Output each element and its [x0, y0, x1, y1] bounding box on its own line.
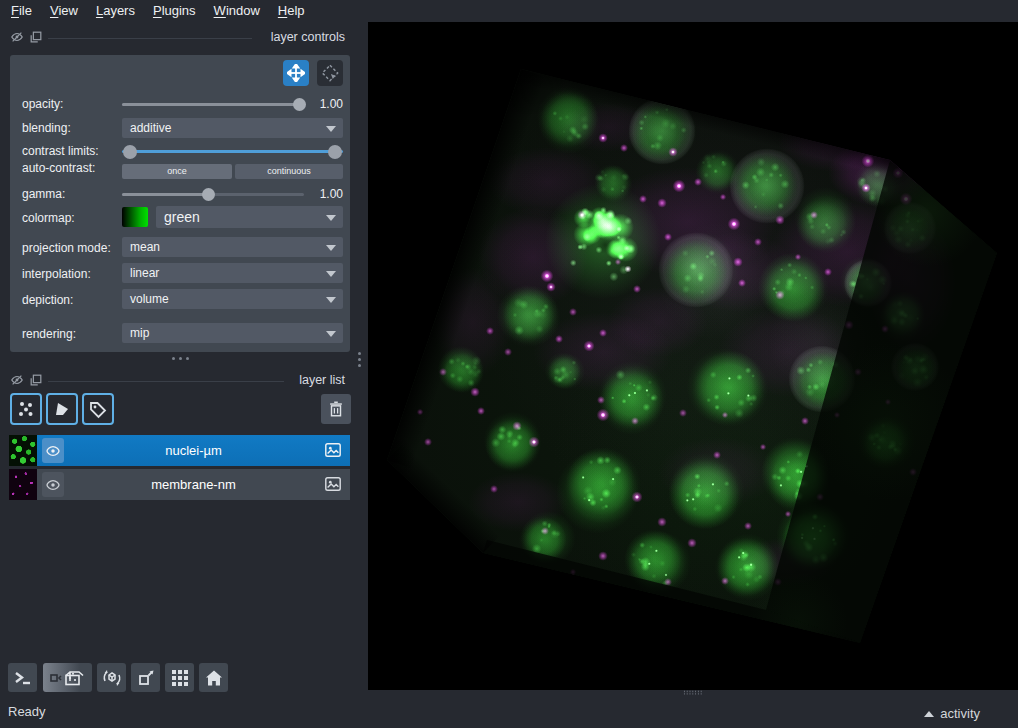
blending-value: additive — [130, 121, 171, 135]
trash-icon — [327, 400, 345, 418]
grid-view-button[interactable] — [165, 663, 194, 692]
auto-contrast-once-button[interactable]: once — [122, 164, 232, 179]
menu-file[interactable]: File — [2, 0, 41, 22]
layer-thumbnail[interactable] — [9, 469, 37, 500]
layer-controls-header: layer controls — [0, 28, 368, 46]
opacity-slider[interactable] — [122, 98, 304, 111]
dock-splitter-handle[interactable] — [358, 352, 361, 367]
new-points-layer-button[interactable] — [10, 393, 42, 425]
pan-zoom-button[interactable] — [283, 60, 309, 86]
menubar: FileViewLayersPluginsWindowHelp — [0, 0, 1018, 22]
console-icon — [13, 668, 33, 688]
layer-row-nuclei[interactable]: nuclei-µm — [9, 435, 350, 466]
gamma-value: 1.00 — [303, 187, 343, 201]
new-labels-layer-button[interactable] — [82, 393, 114, 425]
projection-mode-dropdown[interactable]: mean — [122, 237, 343, 257]
volume-rendering[interactable] — [368, 22, 1018, 690]
rendering-value: mip — [130, 326, 149, 340]
blending-dropdown[interactable]: additive — [122, 118, 343, 138]
menu-help[interactable]: Help — [269, 0, 314, 22]
layer-row-membrane[interactable]: membrane-nm — [9, 469, 350, 500]
interpolation-label: interpolation: — [22, 267, 91, 281]
new-shapes-layer-button[interactable] — [46, 393, 78, 425]
layer-controls-panel: opacity: 1.00 blending: additive contras… — [10, 55, 350, 352]
header-line — [48, 381, 284, 382]
opacity-label: opacity: — [22, 97, 63, 111]
menu-layers[interactable]: Layers — [87, 0, 144, 22]
interpolation-dropdown[interactable]: linear — [122, 263, 343, 283]
chevron-up-icon — [924, 711, 934, 717]
viewer-canvas[interactable] — [368, 22, 1018, 690]
auto-contrast-label: auto-contrast: — [22, 161, 95, 175]
gamma-label: gamma: — [22, 187, 65, 201]
labels-tag-icon — [88, 399, 108, 419]
points-icon — [16, 399, 36, 419]
chevron-down-icon — [326, 331, 336, 337]
activity-toggle[interactable]: activity — [924, 706, 980, 721]
depiction-label: depiction: — [22, 293, 73, 307]
layer-thumbnail[interactable] — [9, 435, 37, 466]
layer-row-bar[interactable]: membrane-nm — [37, 469, 350, 500]
roll-dimensions-icon — [101, 667, 123, 689]
colormap-swatch[interactable] — [122, 207, 148, 227]
panel-splitter-handle[interactable] — [172, 357, 189, 360]
grid-icon — [171, 669, 189, 687]
depiction-value: volume — [130, 292, 169, 306]
rendering-dropdown[interactable]: mip — [122, 323, 343, 343]
opacity-value: 1.00 — [303, 97, 343, 111]
layer-name: nuclei-µm — [37, 435, 350, 466]
ndisplay-2d-3d-icon — [48, 668, 88, 688]
chevron-down-icon — [326, 245, 336, 251]
blending-label: blending: — [22, 121, 71, 135]
transform-icon — [321, 64, 339, 82]
auto-contrast-continuous-button[interactable]: continuous — [235, 164, 343, 179]
console-button[interactable] — [8, 663, 37, 692]
colormap-dropdown[interactable]: green — [156, 206, 343, 228]
gamma-slider[interactable] — [122, 188, 304, 201]
layer-list-title: layer list — [299, 373, 345, 387]
shapes-icon — [52, 399, 72, 419]
delete-layer-button[interactable] — [321, 394, 351, 424]
layer-name: membrane-nm — [37, 469, 350, 500]
activity-label: activity — [940, 706, 980, 721]
float-panel-icon[interactable] — [29, 30, 43, 44]
contrast-limits-slider[interactable] — [122, 145, 343, 158]
colormap-label: colormap: — [22, 211, 75, 225]
interpolation-value: linear — [130, 266, 159, 280]
menu-plugins[interactable]: Plugins — [144, 0, 205, 22]
projection-mode-value: mean — [130, 240, 160, 254]
layer-controls-title: layer controls — [271, 30, 345, 44]
home-reset-view-button[interactable] — [199, 663, 228, 692]
header-line — [48, 38, 252, 39]
menu-window[interactable]: Window — [205, 0, 269, 22]
colormap-value: green — [164, 209, 200, 225]
image-layer-icon — [324, 441, 342, 459]
float-panel-icon[interactable] — [29, 373, 43, 387]
depiction-dropdown[interactable]: volume — [122, 289, 343, 309]
transpose-icon — [136, 668, 156, 688]
image-layer-icon — [324, 475, 342, 493]
layer-list-header: layer list — [0, 371, 368, 389]
contrast-limits-label: contrast limits: — [22, 144, 99, 158]
chevron-down-icon — [326, 297, 336, 303]
canvas-splitter-grip[interactable] — [683, 690, 702, 695]
menu-view[interactable]: View — [41, 0, 87, 22]
chevron-down-icon — [326, 126, 336, 132]
rendering-label: rendering: — [22, 327, 76, 341]
hide-panel-eye-icon[interactable] — [10, 373, 24, 387]
transpose-dimensions-button[interactable] — [131, 663, 160, 692]
pan-arrows-icon — [287, 64, 305, 82]
napari-window: FileViewLayersPluginsWindowHelp layer co… — [0, 0, 1018, 728]
hide-panel-eye-icon[interactable] — [10, 30, 24, 44]
transform-button[interactable] — [317, 60, 343, 86]
chevron-down-icon — [326, 215, 336, 221]
roll-dimensions-button[interactable] — [97, 663, 126, 692]
ndisplay-toggle-button[interactable] — [43, 663, 92, 692]
layer-row-bar[interactable]: nuclei-µm — [37, 435, 350, 466]
projection-mode-label: projection mode: — [22, 241, 111, 255]
status-text: Ready — [8, 704, 46, 719]
home-icon — [204, 668, 224, 688]
chevron-down-icon — [326, 271, 336, 277]
